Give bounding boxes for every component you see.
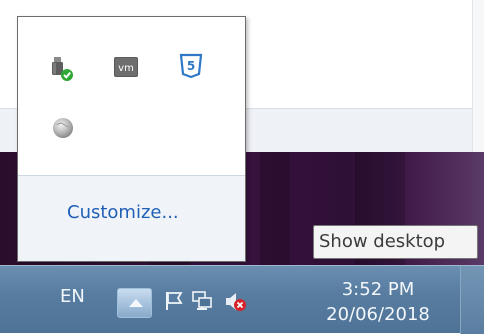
vmware-icon[interactable]: vm xyxy=(113,54,139,80)
desktop-stripe xyxy=(260,152,290,265)
usb-safely-remove-icon[interactable] xyxy=(49,56,75,82)
html5-shield-icon[interactable]: 5 xyxy=(178,53,204,79)
html5-label: 5 xyxy=(187,59,195,73)
system-clock[interactable]: 3:52 PM 20/06/2018 xyxy=(314,278,442,328)
chevron-up-icon xyxy=(129,299,143,307)
show-desktop-button[interactable] xyxy=(460,266,484,334)
show-hidden-icons-button[interactable] xyxy=(117,288,152,318)
notification-overflow-flyout: vm 5 Customize... xyxy=(17,16,246,262)
action-center-flag-icon[interactable] xyxy=(163,290,185,312)
globe-icon[interactable] xyxy=(50,115,76,141)
vmware-label: vm xyxy=(118,63,134,74)
taskbar: EN 3:52 PM 20/06/2018 xyxy=(0,265,484,334)
clock-time: 3:52 PM xyxy=(341,279,415,300)
network-icon[interactable] xyxy=(191,290,213,312)
hidden-icons-area: vm 5 xyxy=(18,17,245,175)
volume-muted-icon[interactable] xyxy=(224,290,246,312)
clock-date: 20/06/2018 xyxy=(326,304,430,325)
show-desktop-tooltip: Show desktop xyxy=(313,225,478,259)
background-scroll-strip xyxy=(472,0,484,152)
customize-link[interactable]: Customize... xyxy=(67,202,179,223)
language-indicator[interactable]: EN xyxy=(60,286,85,307)
